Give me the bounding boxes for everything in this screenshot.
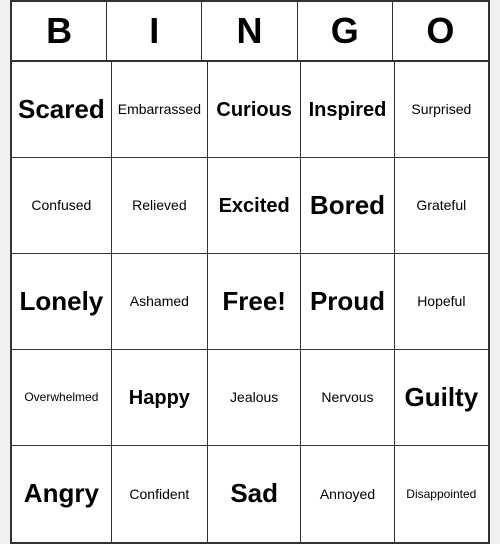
bingo-header: BINGO xyxy=(12,2,488,62)
header-letter-g: G xyxy=(298,2,393,60)
cell-text-22: Sad xyxy=(230,478,278,509)
cell-text-23: Annoyed xyxy=(320,486,375,503)
bingo-cell-10[interactable]: Lonely xyxy=(12,254,112,350)
bingo-cell-19[interactable]: Guilty xyxy=(395,350,488,446)
cell-text-6: Relieved xyxy=(132,197,186,214)
bingo-cell-23[interactable]: Annoyed xyxy=(301,446,394,542)
cell-text-8: Bored xyxy=(310,190,385,221)
header-letter-i: I xyxy=(107,2,202,60)
bingo-cell-0[interactable]: Scared xyxy=(12,62,112,158)
cell-text-20: Angry xyxy=(24,478,99,509)
bingo-cell-3[interactable]: Inspired xyxy=(301,62,394,158)
bingo-cell-20[interactable]: Angry xyxy=(12,446,112,542)
cell-text-16: Happy xyxy=(129,386,190,410)
bingo-cell-17[interactable]: Jealous xyxy=(208,350,301,446)
bingo-cell-6[interactable]: Relieved xyxy=(112,158,208,254)
header-letter-n: N xyxy=(202,2,297,60)
bingo-cell-5[interactable]: Confused xyxy=(12,158,112,254)
cell-text-4: Surprised xyxy=(411,101,471,118)
cell-text-0: Scared xyxy=(18,94,105,125)
cell-text-7: Excited xyxy=(219,194,290,218)
header-letter-o: O xyxy=(393,2,488,60)
cell-text-5: Confused xyxy=(31,197,91,214)
bingo-cell-24[interactable]: Disappointed xyxy=(395,446,488,542)
cell-text-13: Proud xyxy=(310,286,385,317)
bingo-cell-16[interactable]: Happy xyxy=(112,350,208,446)
cell-text-24: Disappointed xyxy=(406,487,476,501)
cell-text-9: Grateful xyxy=(416,197,466,214)
cell-text-2: Curious xyxy=(216,98,292,122)
bingo-cell-8[interactable]: Bored xyxy=(301,158,394,254)
cell-text-14: Hopeful xyxy=(417,293,465,310)
bingo-grid: Scared Embarrassed Curious Inspired Surprise… xyxy=(12,62,488,542)
header-letter-b: B xyxy=(12,2,107,60)
bingo-cell-21[interactable]: Confident xyxy=(112,446,208,542)
bingo-cell-9[interactable]: Grateful xyxy=(395,158,488,254)
bingo-cell-22[interactable]: Sad xyxy=(208,446,301,542)
cell-text-12: Free! xyxy=(222,286,286,317)
bingo-cell-15[interactable]: Overwhelmed xyxy=(12,350,112,446)
cell-text-17: Jealous xyxy=(230,389,278,406)
bingo-cell-4[interactable]: Surprised xyxy=(395,62,488,158)
cell-text-19: Guilty xyxy=(404,382,478,413)
cell-text-18: Nervous xyxy=(321,389,373,406)
bingo-cell-14[interactable]: Hopeful xyxy=(395,254,488,350)
cell-text-10: Lonely xyxy=(19,286,103,317)
cell-text-21: Confident xyxy=(129,486,189,503)
cell-text-15: Overwhelmed xyxy=(24,390,98,404)
bingo-cell-2[interactable]: Curious xyxy=(208,62,301,158)
bingo-cell-1[interactable]: Embarrassed xyxy=(112,62,208,158)
cell-text-3: Inspired xyxy=(309,98,387,122)
cell-text-1: Embarrassed xyxy=(118,101,201,118)
bingo-card: BINGO Scared Embarrassed Curious Inspired Su… xyxy=(10,0,490,544)
bingo-cell-11[interactable]: Ashamed xyxy=(112,254,208,350)
bingo-cell-7[interactable]: Excited xyxy=(208,158,301,254)
bingo-cell-12[interactable]: Free! xyxy=(208,254,301,350)
cell-text-11: Ashamed xyxy=(130,293,189,310)
bingo-cell-18[interactable]: Nervous xyxy=(301,350,394,446)
bingo-cell-13[interactable]: Proud xyxy=(301,254,394,350)
